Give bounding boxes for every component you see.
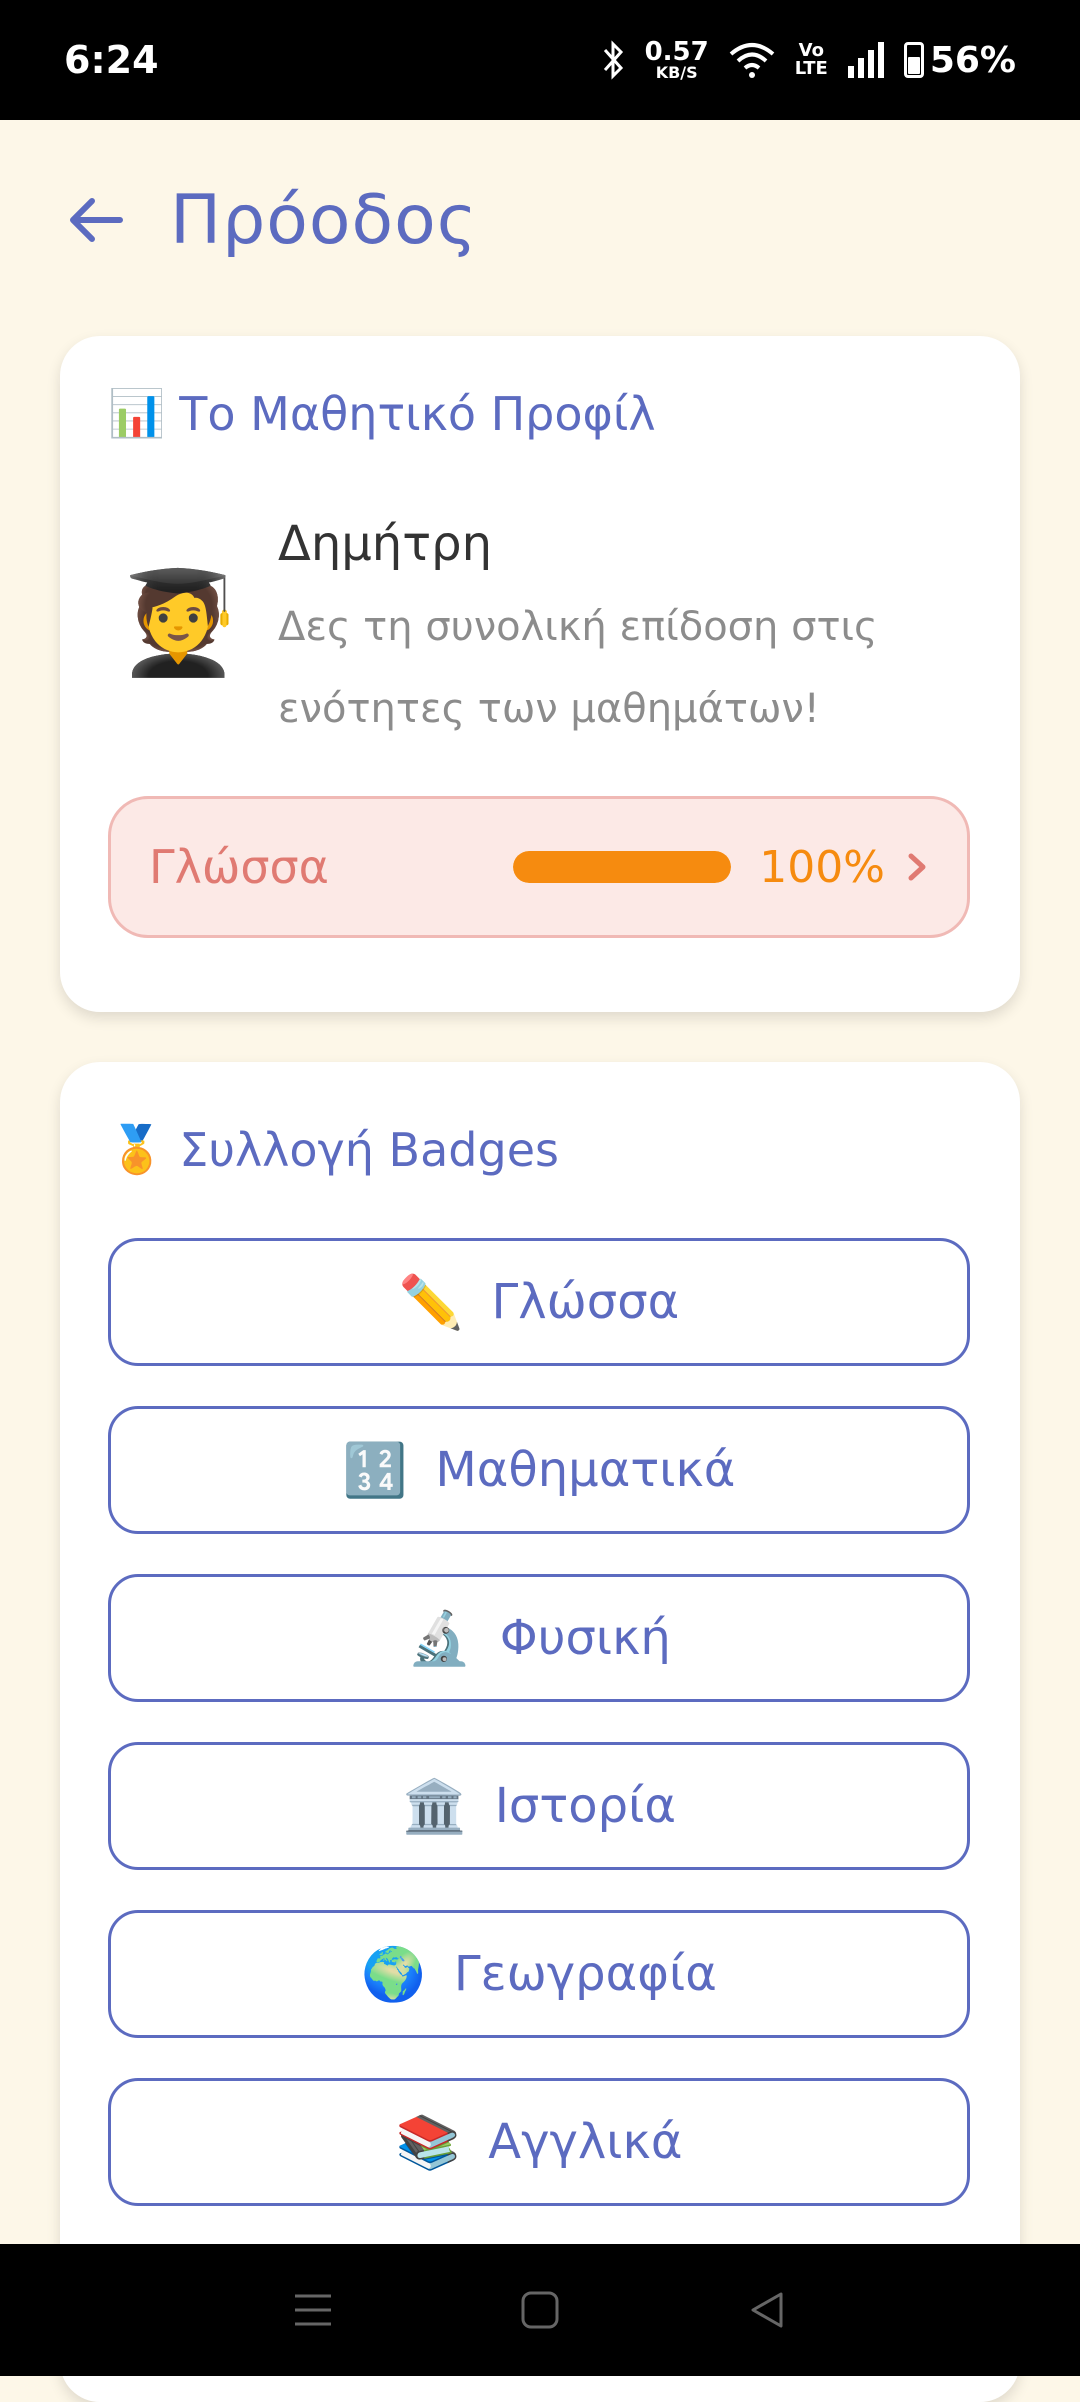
back-button[interactable] <box>64 188 128 252</box>
microscope-icon: 🔬 <box>407 1608 472 1669</box>
student-avatar-icon: 🧑‍🎓 <box>116 564 241 681</box>
network-speed-value: 0.57 <box>644 37 709 67</box>
home-icon <box>521 2291 559 2329</box>
student-name: Δημήτρη <box>278 516 493 572</box>
status-bar: 6:24 0.57 KB/S Vo LTE 56% <box>0 0 1080 120</box>
books-icon: 📚 <box>395 2112 461 2173</box>
back-triangle-icon <box>751 2292 783 2328</box>
badges-card-title-text: Συλλογή Badges <box>179 1122 559 1177</box>
system-navigation-bar <box>0 2244 1080 2376</box>
status-icons: 0.57 KB/S Vo LTE 56% <box>601 39 1016 81</box>
battery-icon <box>903 42 924 78</box>
badge-label: Μαθηματικά <box>435 1442 736 1498</box>
arrow-left-icon <box>70 198 123 242</box>
profile-card-title: 📊 Το Μαθητικό Προφίλ <box>108 386 656 441</box>
app-header: Πρόοδος <box>0 120 1080 320</box>
chevron-right-icon <box>908 853 926 881</box>
classical-building-icon: 🏛️ <box>402 1776 467 1837</box>
badge-label: Ιστορία <box>494 1778 676 1834</box>
network-speed-unit: KB/S <box>655 63 698 82</box>
badge-button-geografia[interactable]: 🌍 Γεωγραφία <box>108 1910 970 2038</box>
badge-label: Γεωγραφία <box>453 1946 717 2002</box>
badges-card: 🏅 Συλλογή Badges ✏️ Γλώσσα 🔢 Μαθηματικά … <box>60 1062 1020 2402</box>
battery: 56% <box>903 39 1016 81</box>
badges-card-title: 🏅 Συλλογή Badges <box>108 1122 559 1177</box>
badge-button-istoria[interactable]: 🏛️ Ιστορία <box>108 1742 970 1870</box>
pencil-icon: ✏️ <box>398 1272 464 1333</box>
menu-icon <box>295 2294 332 2326</box>
wifi-icon <box>729 43 775 78</box>
badge-label: Αγγλικά <box>488 2114 683 2170</box>
status-time: 6:24 <box>64 38 159 82</box>
badge-label: Γλώσσα <box>491 1274 680 1330</box>
progress-bar <box>513 851 732 883</box>
student-description: Δες τη συνολική επίδοση στις ενότητες τω… <box>278 604 878 732</box>
globe-icon: 🌍 <box>361 1944 426 2005</box>
signal-icon <box>847 42 884 78</box>
badge-button-fysiki[interactable]: 🔬 Φυσική <box>108 1574 970 1702</box>
battery-percent: 56% <box>929 39 1016 81</box>
nav-home-button[interactable] <box>510 2280 570 2340</box>
badge-list: ✏️ Γλώσσα 🔢 Μαθηματικά 🔬 Φυσική 🏛️ Ιστορ… <box>108 1238 970 2246</box>
volte-bottom: LTE <box>794 58 828 79</box>
volte-indicator: Vo LTE <box>795 42 828 78</box>
badge-button-glossa[interactable]: ✏️ Γλώσσα <box>108 1238 970 1366</box>
progress-bar-fill <box>513 851 732 883</box>
badge-label: Φυσική <box>499 1610 671 1666</box>
nav-menu-button[interactable] <box>283 2280 343 2340</box>
page-title: Πρόοδος <box>170 180 478 260</box>
medal-icon: 🏅 <box>108 1122 166 1176</box>
bluetooth-icon <box>603 40 623 80</box>
bar-chart-icon: 📊 <box>108 386 166 440</box>
badge-button-agglika[interactable]: 📚 Αγγλικά <box>108 2078 970 2206</box>
subject-progress-row[interactable]: Γλώσσα 100% <box>108 796 970 938</box>
progress-subject: Γλώσσα <box>149 840 330 894</box>
profile-card-title-text: Το Μαθητικό Προφίλ <box>179 386 656 441</box>
profile-card: 📊 Το Μαθητικό Προφίλ 🧑‍🎓 Δημήτρη Δες τη … <box>60 336 1020 1012</box>
badge-button-mathimatika[interactable]: 🔢 Μαθηματικά <box>108 1406 970 1534</box>
numbers-icon: 🔢 <box>342 1440 408 1501</box>
nav-back-button[interactable] <box>737 2280 797 2340</box>
battery-fill <box>907 57 920 74</box>
network-speed: 0.57 KB/S <box>645 39 709 81</box>
progress-percent: 100% <box>759 841 885 893</box>
